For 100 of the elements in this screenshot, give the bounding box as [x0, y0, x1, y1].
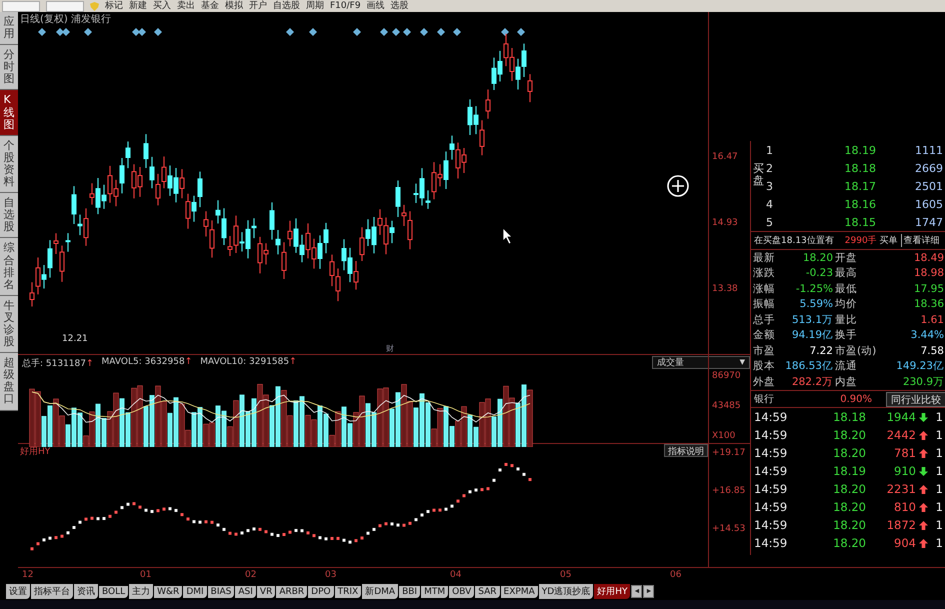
indicator-tab[interactable]: TRIX — [334, 586, 362, 598]
indicator-tab[interactable]: W&R — [154, 586, 182, 598]
trade-time: 14:59 — [754, 536, 788, 550]
volume-reading: 总手: 5131187↑ — [22, 358, 94, 370]
trade-price: 18.20 — [832, 446, 866, 460]
sidebar-tab[interactable]: 自选股 — [0, 193, 18, 238]
stat-label: 外盘 — [753, 374, 776, 389]
notice-text: 买单 — [880, 234, 898, 247]
chart-title: 日线(复权) 浦发银行 — [20, 12, 111, 26]
indicator-tab[interactable]: OBV — [449, 586, 474, 598]
indicator-tab[interactable]: EXPMA — [500, 586, 538, 598]
toolbar-button[interactable]: 标记 — [105, 0, 123, 12]
input-field[interactable] — [46, 0, 84, 12]
shield-icon[interactable] — [90, 2, 99, 10]
trade-column-text: 1 — [936, 500, 944, 514]
indicator-help-button[interactable]: 指标说明 — [664, 444, 708, 457]
stat-label: 市盈(动) — [835, 344, 878, 358]
toolbar-button[interactable]: 模拟 — [225, 0, 243, 12]
price-axis-label: 16.47 — [712, 152, 738, 162]
indicator-tab[interactable]: SAR — [475, 586, 500, 598]
sidebar-tab[interactable]: 牛叉诊股 — [0, 296, 18, 354]
trade-price: 18.20 — [832, 518, 866, 532]
indicator-tab[interactable]: YD逃顶抄底 — [538, 584, 594, 599]
sidebar-tab[interactable]: 超级盘口 — [0, 353, 18, 411]
stat-label: 开盘 — [835, 250, 858, 265]
indicator-tab[interactable]: 新DMA — [362, 584, 398, 599]
industry-compare-button[interactable]: 同行业比较 — [886, 392, 945, 406]
toolbar-button[interactable]: 周期 — [306, 0, 324, 12]
toolbar-button[interactable]: 买入 — [153, 0, 171, 12]
stat-label: 涨跌 — [753, 266, 776, 280]
sidebar-tab[interactable]: 综合排名 — [0, 238, 18, 296]
indicator-tab[interactable]: BOLL — [99, 586, 128, 598]
sidebar-tab[interactable]: 个股资料 — [0, 136, 18, 194]
indicator-tab[interactable]: 主力 — [129, 584, 154, 599]
sidebar-tab[interactable]: 应用 — [0, 12, 18, 46]
stat-value: 7.58 — [920, 344, 944, 357]
indicator-tab[interactable]: BBI — [399, 586, 420, 598]
trade-time: 14:59 — [754, 500, 788, 514]
toolbar-button[interactable]: 卖出 — [177, 0, 195, 12]
stat-label: 股本 — [753, 359, 776, 374]
stat-label: 振幅 — [753, 297, 776, 312]
trade-price: 18.20 — [832, 536, 866, 550]
toolbar-button[interactable]: 基金 — [201, 0, 219, 12]
sidebar-tab[interactable]: K线图 — [0, 90, 18, 136]
trade-time: 14:59 — [754, 482, 788, 496]
trade-column-text: 1 — [936, 410, 944, 424]
date-axis-label: 01 — [140, 570, 152, 580]
bid-price: 18.16 — [844, 198, 876, 210]
trade-time: 14:59 — [754, 410, 788, 424]
toolbar-button[interactable]: 自选股 — [273, 0, 300, 12]
stat-value: -1.25% — [794, 282, 834, 295]
trade-volume: 1944 — [886, 410, 916, 424]
trade-volume: 2231 — [886, 482, 916, 496]
indicator-tab[interactable]: DPO — [308, 586, 334, 598]
trade-volume: 2442 — [886, 428, 916, 442]
trade-time: 14:59 — [754, 464, 788, 478]
date-axis-label: 04 — [450, 570, 462, 580]
toolbar-button[interactable]: F10/F9 — [330, 0, 361, 12]
indicator-tab[interactable]: VR — [256, 586, 276, 598]
price-axis-label: 13.38 — [712, 284, 738, 294]
indicator-tab[interactable]: ASI — [235, 586, 256, 598]
indicator-axis-label: +19.17 — [712, 448, 746, 458]
bid-volume: 1747 — [914, 216, 943, 228]
stat-label: 最新 — [753, 250, 776, 265]
stat-value: 282.2万 — [790, 374, 834, 389]
bid-price: 18.18 — [844, 162, 876, 174]
trade-column-text: 1 — [936, 464, 944, 478]
toolbar-button[interactable]: 开户 — [249, 0, 267, 12]
volume-reading: MAVOL10: 3291585↑ — [200, 356, 297, 369]
indicator-tab[interactable]: ARBR — [276, 586, 308, 598]
indicator-tab[interactable]: 好用HY — [594, 584, 630, 599]
stat-value: -0.23 — [804, 267, 834, 280]
indicator-tab[interactable]: 资讯 — [74, 584, 98, 599]
stat-value: 18.49 — [912, 252, 944, 264]
stat-label: 总手 — [753, 312, 776, 327]
bid-level: 2 — [766, 162, 774, 174]
stat-label: 金额 — [753, 328, 776, 342]
bid-level: 5 — [766, 216, 774, 228]
input-field[interactable] — [2, 0, 40, 12]
trade-column-text: 1 — [936, 482, 944, 496]
toolbar-button[interactable]: 选股 — [390, 0, 409, 12]
indicator-tab[interactable]: DMI — [183, 586, 207, 598]
date-axis-label: 05 — [560, 570, 572, 580]
indicator-tab[interactable]: 指标平台 — [31, 584, 73, 599]
volume-reading: MAVOL5: 3632958↑ — [102, 356, 192, 369]
indicator-tab[interactable]: MTM — [421, 586, 448, 598]
trade-time: 14:59 — [754, 428, 788, 442]
trade-column-text: 1 — [936, 428, 944, 442]
trade-column-text: 1 — [936, 446, 944, 460]
view-details-link[interactable]: 查看详细 — [900, 234, 940, 247]
stat-value: 5.59% — [798, 298, 834, 310]
indicator-tab[interactable]: 设置 — [6, 584, 30, 599]
indicator-tab[interactable]: BIAS — [208, 586, 234, 598]
toolbar-button[interactable]: 画线 — [366, 0, 385, 12]
stat-value: 18.98 — [912, 267, 944, 280]
bid-side-label: 买盘 — [752, 161, 765, 190]
bid-level: 1 — [766, 144, 774, 156]
sidebar-tab[interactable]: 分时图 — [0, 45, 18, 90]
trade-price: 18.20 — [832, 482, 866, 496]
toolbar-button[interactable]: 新建 — [129, 0, 147, 12]
